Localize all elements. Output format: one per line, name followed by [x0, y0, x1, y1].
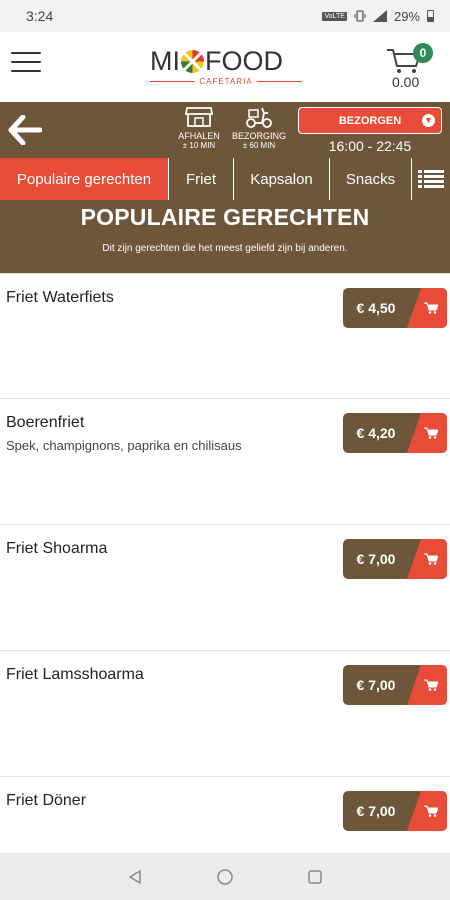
- item-price: € 4,20: [356, 425, 396, 441]
- scooter-icon: [246, 107, 272, 128]
- add-to-cart-button[interactable]: € 7,00: [343, 539, 447, 579]
- order-mode-label: BEZORGEN: [338, 114, 402, 127]
- pickup-option[interactable]: AFHALEN ± 10 MIN: [172, 104, 226, 150]
- menu-item[interactable]: Friet Shoarma € 7,00: [0, 525, 450, 651]
- order-info-bar: AFHALEN ± 10 MIN BEZORGING ± 60 MIN BEZO…: [0, 102, 450, 158]
- add-to-cart-button[interactable]: € 7,00: [343, 791, 447, 831]
- menu-item[interactable]: Friet Waterfiets € 4,50: [0, 273, 450, 399]
- tab-kapsalon[interactable]: Kapsalon: [234, 158, 330, 200]
- recents-nav-icon[interactable]: [305, 867, 325, 887]
- logo-mark-icon: [181, 49, 204, 73]
- cart-total: 0.00: [392, 74, 420, 90]
- volte-icon: VoLTE: [322, 11, 347, 21]
- status-icons: VoLTE 29%: [322, 9, 434, 24]
- add-to-cart-button[interactable]: € 4,50: [343, 288, 447, 328]
- menu-item[interactable]: Boerenfriet Spek, champignons, paprika e…: [0, 399, 450, 525]
- section-subtitle: Dit zijn gerechten die het meest geliefd…: [102, 243, 348, 254]
- signal-icon: [372, 10, 387, 22]
- system-nav-bar: [0, 853, 450, 900]
- tab-populaire-gerechten[interactable]: Populaire gerechten: [0, 158, 169, 200]
- category-tabs: Populaire gerechten Friet Kapsalon Snack…: [0, 158, 450, 200]
- delivery-label: BEZORGING: [231, 131, 286, 141]
- menu-item[interactable]: Friet Döner € 7,00: [0, 777, 450, 853]
- brand-logo[interactable]: MI FOOD CAFETARIA: [150, 46, 302, 92]
- vibrate-icon: [354, 10, 366, 22]
- menu-icon[interactable]: [11, 52, 41, 72]
- home-nav-icon[interactable]: [215, 867, 235, 887]
- cart-add-icon: [424, 805, 438, 817]
- item-name: Friet Döner: [6, 792, 87, 809]
- delivery-time: ± 60 MIN: [242, 141, 276, 150]
- category-list-button[interactable]: [412, 158, 450, 200]
- list-icon: [418, 170, 444, 188]
- section-title: POPULAIRE GERECHTEN: [80, 204, 370, 230]
- item-price: € 7,00: [356, 551, 396, 567]
- order-mode-dropdown[interactable]: BEZORGEN ▼: [298, 107, 442, 134]
- item-name: Friet Lamsshoarma: [6, 666, 144, 683]
- app-header: MI FOOD CAFETARIA 0 0.00: [0, 32, 450, 102]
- logo-text-2: FOOD: [205, 46, 283, 76]
- cart-count-badge: 0: [413, 43, 433, 63]
- cart-add-icon: [424, 679, 438, 691]
- item-description: Spek, champignons, paprika en chilisaus: [6, 438, 242, 453]
- item-name: Friet Waterfiets: [6, 289, 114, 306]
- cart-add-icon: [424, 553, 438, 565]
- item-price: € 7,00: [356, 803, 396, 819]
- menu-item[interactable]: Friet Lamsshoarma € 7,00: [0, 651, 450, 777]
- back-nav-icon[interactable]: [125, 867, 145, 887]
- status-time: 3:24: [26, 8, 54, 24]
- pickup-label: AFHALEN: [178, 131, 220, 141]
- add-to-cart-button[interactable]: € 7,00: [343, 665, 447, 705]
- section-banner: POPULAIRE GERECHTEN Dit zijn gerechten d…: [0, 200, 450, 273]
- pickup-time: ± 10 MIN: [182, 141, 216, 150]
- back-arrow-icon[interactable]: [8, 115, 42, 145]
- shop-icon: [184, 107, 214, 127]
- add-to-cart-button[interactable]: € 4,20: [343, 413, 447, 453]
- delivery-option[interactable]: BEZORGING ± 60 MIN: [228, 104, 290, 150]
- item-name: Friet Shoarma: [6, 540, 108, 557]
- status-bar: 3:24 VoLTE 29%: [0, 0, 450, 32]
- cart-button[interactable]: 0 0.00: [382, 40, 438, 90]
- cart-add-icon: [424, 427, 438, 439]
- battery-percent: 29%: [393, 8, 420, 24]
- item-price: € 7,00: [356, 677, 396, 693]
- menu-item-list: Friet Waterfiets € 4,50 Boerenfriet Spek…: [0, 273, 450, 853]
- chevron-down-icon: ▼: [422, 114, 435, 127]
- tab-snacks[interactable]: Snacks: [330, 158, 412, 200]
- item-price: € 4,50: [356, 300, 396, 316]
- battery-icon: [427, 10, 434, 22]
- tab-friet[interactable]: Friet: [169, 158, 234, 200]
- opening-hours: 16:00 - 22:45: [328, 138, 412, 154]
- logo-subtitle: CAFETARIA: [199, 77, 253, 86]
- logo-text-1: MI: [150, 46, 180, 76]
- cart-add-icon: [424, 302, 438, 314]
- item-name: Boerenfriet: [6, 414, 85, 431]
